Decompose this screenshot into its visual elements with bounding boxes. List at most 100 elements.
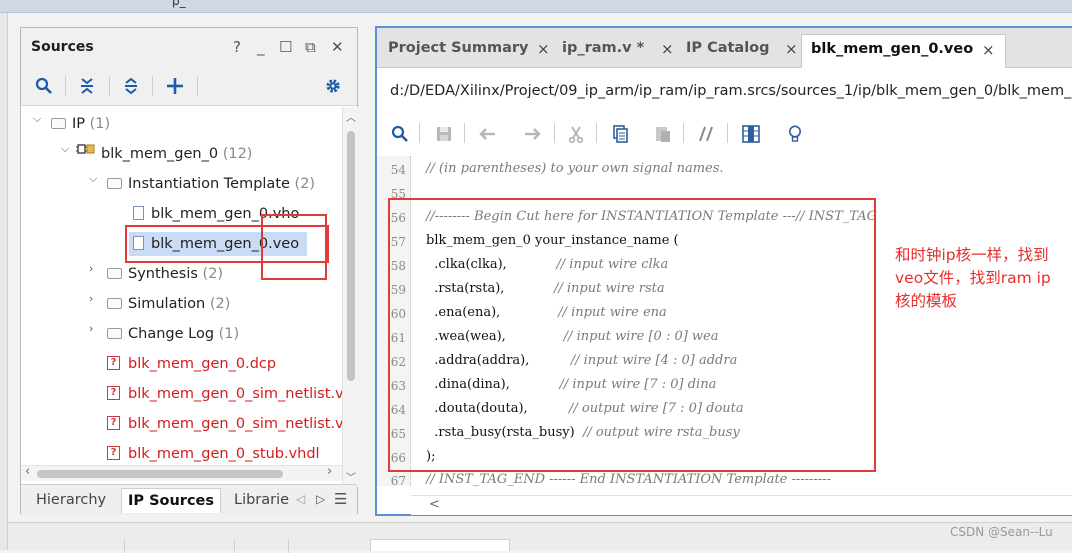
cut-icon[interactable] [565,123,587,145]
chevron-down-icon[interactable]: ⌵ [61,142,73,166]
bottom-panel-strip [8,522,1072,553]
scrollbar-thumb[interactable] [37,470,283,478]
tree-item-label: blk_mem_gen_0_sim_netlist.v [128,416,342,432]
comment-toggle-icon[interactable] [696,123,718,145]
chevron-right-icon[interactable]: › [89,262,101,286]
tree-item-count: (2) [294,176,316,192]
help-icon[interactable]: ? [233,39,241,55]
sources-header: Sources ? _ ☐ ⧉ ✕ [21,28,357,66]
tree-item-blk-mem-gen[interactable]: blk_mem_gen_0 (12) [75,142,252,166]
tree-horizontal-scrollbar[interactable]: ‹ › [21,464,342,481]
search-icon[interactable] [33,75,55,97]
tab-blk-mem-gen-veo[interactable]: blk_mem_gen_0.veo × [801,34,1006,68]
toolbar-separator [152,76,153,96]
copy-icon[interactable] [609,123,631,145]
undo-icon[interactable] [477,123,499,145]
float-icon[interactable]: ⧉ [305,39,316,55]
tree-item-sim-netlist-file[interactable]: ? blk_mem_gen_0_sim_netlist.v [107,412,342,436]
close-icon[interactable]: ✕ [331,39,344,55]
toolbar-separator [596,123,597,143]
tree-item-label: blk_mem_gen_0_stub.vhdl [128,446,320,462]
tree-item-count: (1) [218,326,240,342]
tree-item-ip[interactable]: IP (1) [51,112,110,136]
file-icon [133,206,144,220]
add-icon[interactable] [164,75,186,97]
save-icon[interactable] [433,123,455,145]
close-icon[interactable]: × [982,36,995,64]
tab-next-icon[interactable]: ▷ [316,492,325,506]
lightbulb-icon[interactable] [784,123,806,145]
close-icon[interactable]: × [661,35,674,63]
tree-item-count: (2) [202,266,224,282]
scroll-right-icon[interactable]: › [327,464,332,479]
tab-menu-icon[interactable]: ☰ [334,490,347,508]
chevron-down-icon[interactable]: ⌵ [89,172,101,196]
editor-horizontal-scrollbar[interactable]: < [411,495,1072,515]
scroll-down-icon[interactable]: ﹀ [346,469,356,484]
sources-title: Sources [31,39,94,55]
editor-tab-bar: Project Summary × ip_ram.v * × IP Catalo… [377,28,1072,68]
redo-icon[interactable] [521,123,543,145]
tab-ip-sources[interactable]: IP Sources [121,488,222,513]
highlight-box-veo-extension [261,214,327,280]
missing-file-icon: ? [107,356,120,370]
folder-icon [107,327,122,339]
toolbar-separator [683,123,684,143]
tree-item-sim-netlist-file[interactable]: ? blk_mem_gen_0_sim_netlist.v [107,382,342,406]
tab-hierarchy[interactable]: Hierarchy [30,488,112,513]
tree-item-label: Change Log [128,326,215,342]
file-path: d:/D/EDA/Xilinx/Project/09_ip_arm/ip_ram… [390,83,1072,99]
bottom-tab-active[interactable] [370,539,510,551]
tree-item-instantiation-template[interactable]: Instantiation Template (2) [107,172,315,196]
scrollbar-thumb[interactable] [347,131,355,381]
tab-prev-icon[interactable]: ◁ [296,492,305,506]
code-line[interactable]: // (in parentheses) to your own signal n… [426,161,724,176]
tab-project-summary[interactable]: Project Summary × [379,34,553,68]
tree-item-dcp-file[interactable]: ? blk_mem_gen_0.dcp [107,352,276,376]
sources-tab-bar: Hierarchy IP Sources Librarie ◁ ▷ ☰ [21,484,357,515]
paste-icon[interactable] [652,123,674,145]
folder-icon [51,117,66,129]
tree-item-label: Synthesis [128,266,198,282]
missing-file-icon: ? [107,416,120,430]
collapse-all-icon[interactable] [76,75,98,97]
tree-vertical-scrollbar[interactable]: ︿ ﹀ [342,107,358,487]
bottom-tab[interactable] [124,539,224,553]
column-select-icon[interactable] [740,123,762,145]
annotation-note: 和时钟ip核一样，找到veo文件，找到ram ip核的模板 [895,246,1051,310]
chevron-right-icon[interactable]: › [89,322,101,346]
tree-item-change-log[interactable]: Change Log (1) [107,322,239,346]
gear-icon[interactable] [322,75,344,97]
chevron-right-icon[interactable]: › [89,292,101,316]
title-bar-strip: p_ [0,0,1072,13]
scroll-up-icon[interactable]: ︿ [346,109,356,124]
code-line[interactable]: // INST_TAG_END ------ End INSTANTIATION… [426,472,831,487]
tree-item-label: Simulation [128,296,206,312]
search-icon[interactable] [389,123,411,145]
tab-ip-catalog[interactable]: IP Catalog × [677,34,801,68]
file-path-bar: d:/D/EDA/Xilinx/Project/09_ip_arm/ip_ram… [377,69,1072,113]
folder-icon [107,297,122,309]
tab-libraries[interactable]: Librarie [228,488,295,513]
toolbar-separator [727,123,728,143]
tree-item-label: blk_mem_gen_0_sim_netlist.v [128,386,342,402]
tree-item-label: IP [72,116,86,132]
tree-item-stub-file[interactable]: ? blk_mem_gen_0_stub.vhdl [107,442,320,465]
close-icon[interactable]: × [785,35,798,63]
watermark: CSDN @Sean--Lu [950,525,1053,539]
expand-all-icon[interactable] [120,75,142,97]
minimize-icon[interactable]: _ [257,39,265,55]
tree-item-synthesis[interactable]: Synthesis (2) [107,262,223,286]
tree-item-label: blk_mem_gen_0.dcp [128,356,277,372]
tree-item-label: blk_mem_gen_0 [101,146,219,162]
tree-item-count: (2) [209,296,231,312]
tree-item-simulation[interactable]: Simulation (2) [107,292,230,316]
maximize-icon[interactable]: ☐ [279,39,292,55]
scroll-left-icon[interactable]: < [429,497,440,512]
tab-label: IP Catalog [686,40,770,56]
editor-toolbar [377,113,1072,155]
close-icon[interactable]: × [537,35,550,63]
tab-ip-ram-v[interactable]: ip_ram.v * × [553,34,677,68]
scroll-left-icon[interactable]: ‹ [25,464,30,479]
chevron-down-icon[interactable]: ⌵ [33,112,45,136]
